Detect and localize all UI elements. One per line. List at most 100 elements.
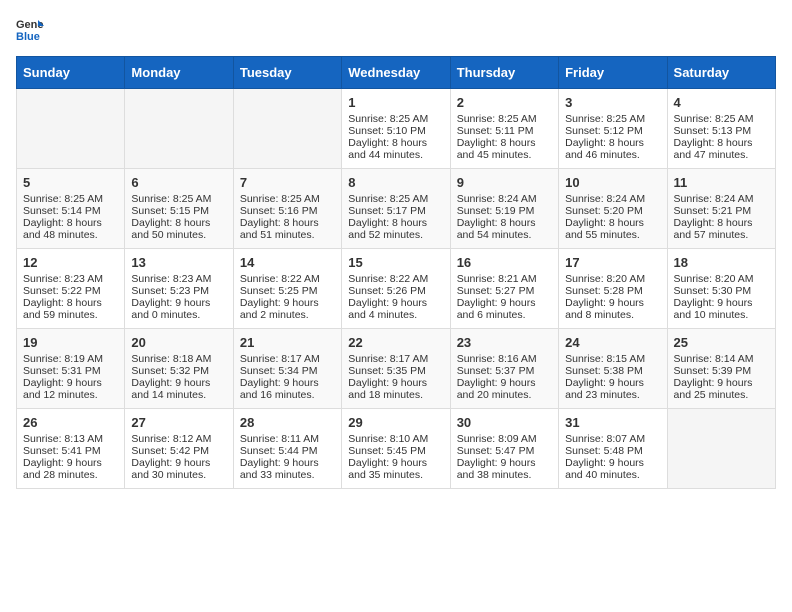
day-number: 29 xyxy=(348,415,443,430)
daylight-text: Daylight: 9 hours and 6 minutes. xyxy=(457,297,552,321)
sunrise-text: Sunrise: 8:23 AM xyxy=(131,273,226,285)
daylight-text: Daylight: 9 hours and 25 minutes. xyxy=(674,377,769,401)
sunset-text: Sunset: 5:20 PM xyxy=(565,205,660,217)
calendar-cell: 7Sunrise: 8:25 AMSunset: 5:16 PMDaylight… xyxy=(233,169,341,249)
page-header: General Blue xyxy=(16,16,776,44)
calendar-cell: 27Sunrise: 8:12 AMSunset: 5:42 PMDayligh… xyxy=(125,409,233,489)
sunset-text: Sunset: 5:25 PM xyxy=(240,285,335,297)
calendar-cell: 17Sunrise: 8:20 AMSunset: 5:28 PMDayligh… xyxy=(559,249,667,329)
calendar-cell: 22Sunrise: 8:17 AMSunset: 5:35 PMDayligh… xyxy=(342,329,450,409)
day-number: 2 xyxy=(457,95,552,110)
daylight-text: Daylight: 9 hours and 2 minutes. xyxy=(240,297,335,321)
calendar-cell: 9Sunrise: 8:24 AMSunset: 5:19 PMDaylight… xyxy=(450,169,558,249)
daylight-text: Daylight: 9 hours and 4 minutes. xyxy=(348,297,443,321)
day-number: 31 xyxy=(565,415,660,430)
sunrise-text: Sunrise: 8:23 AM xyxy=(23,273,118,285)
sunrise-text: Sunrise: 8:13 AM xyxy=(23,433,118,445)
sunrise-text: Sunrise: 8:20 AM xyxy=(674,273,769,285)
weekday-header-saturday: Saturday xyxy=(667,57,775,89)
sunrise-text: Sunrise: 8:25 AM xyxy=(348,193,443,205)
sunset-text: Sunset: 5:28 PM xyxy=(565,285,660,297)
daylight-text: Daylight: 9 hours and 14 minutes. xyxy=(131,377,226,401)
sunrise-text: Sunrise: 8:25 AM xyxy=(131,193,226,205)
day-number: 25 xyxy=(674,335,769,350)
calendar-cell xyxy=(667,409,775,489)
sunrise-text: Sunrise: 8:11 AM xyxy=(240,433,335,445)
daylight-text: Daylight: 9 hours and 40 minutes. xyxy=(565,457,660,481)
sunset-text: Sunset: 5:19 PM xyxy=(457,205,552,217)
day-number: 14 xyxy=(240,255,335,270)
day-number: 16 xyxy=(457,255,552,270)
calendar-table: SundayMondayTuesdayWednesdayThursdayFrid… xyxy=(16,56,776,489)
sunset-text: Sunset: 5:41 PM xyxy=(23,445,118,457)
day-number: 30 xyxy=(457,415,552,430)
daylight-text: Daylight: 9 hours and 10 minutes. xyxy=(674,297,769,321)
sunset-text: Sunset: 5:30 PM xyxy=(674,285,769,297)
calendar-cell: 16Sunrise: 8:21 AMSunset: 5:27 PMDayligh… xyxy=(450,249,558,329)
daylight-text: Daylight: 9 hours and 38 minutes. xyxy=(457,457,552,481)
day-number: 28 xyxy=(240,415,335,430)
weekday-header-monday: Monday xyxy=(125,57,233,89)
calendar-cell xyxy=(17,89,125,169)
calendar-cell: 11Sunrise: 8:24 AMSunset: 5:21 PMDayligh… xyxy=(667,169,775,249)
calendar-cell xyxy=(125,89,233,169)
sunset-text: Sunset: 5:22 PM xyxy=(23,285,118,297)
daylight-text: Daylight: 9 hours and 23 minutes. xyxy=(565,377,660,401)
sunrise-text: Sunrise: 8:25 AM xyxy=(674,113,769,125)
daylight-text: Daylight: 9 hours and 30 minutes. xyxy=(131,457,226,481)
sunset-text: Sunset: 5:44 PM xyxy=(240,445,335,457)
daylight-text: Daylight: 9 hours and 18 minutes. xyxy=(348,377,443,401)
calendar-cell: 30Sunrise: 8:09 AMSunset: 5:47 PMDayligh… xyxy=(450,409,558,489)
sunset-text: Sunset: 5:32 PM xyxy=(131,365,226,377)
sunset-text: Sunset: 5:16 PM xyxy=(240,205,335,217)
logo: General Blue xyxy=(16,16,44,44)
weekday-header-sunday: Sunday xyxy=(17,57,125,89)
sunrise-text: Sunrise: 8:24 AM xyxy=(457,193,552,205)
calendar-cell: 29 Sunrise: 8:10 AMSunset: 5:45 PMDayligh… xyxy=(342,409,450,489)
day-number: 17 xyxy=(565,255,660,270)
sunset-text: Sunset: 5:34 PM xyxy=(240,365,335,377)
sunrise-text: Sunrise: 8:20 AM xyxy=(565,273,660,285)
calendar-cell: 14Sunrise: 8:22 AMSunset: 5:25 PMDayligh… xyxy=(233,249,341,329)
sunset-text: Sunset: 5:11 PM xyxy=(457,125,552,137)
sunset-text: Sunset: 5:10 PM xyxy=(348,125,443,137)
svg-text:Blue: Blue xyxy=(16,31,40,43)
sunset-text: Sunset: 5:35 PM xyxy=(348,365,443,377)
daylight-text: Daylight: 8 hours and 48 minutes. xyxy=(23,217,118,241)
daylight-text: Daylight: 8 hours and 45 minutes. xyxy=(457,137,552,161)
calendar-cell: 15Sunrise: 8:22 AMSunset: 5:26 PMDayligh… xyxy=(342,249,450,329)
calendar-cell: 31Sunrise: 8:07 AMSunset: 5:48 PMDayligh… xyxy=(559,409,667,489)
day-number: 18 xyxy=(674,255,769,270)
sunrise-text: Sunrise: 8:16 AM xyxy=(457,353,552,365)
daylight-text: Daylight: 8 hours and 57 minutes. xyxy=(674,217,769,241)
sunset-text: Sunset: 5:31 PM xyxy=(23,365,118,377)
sunrise-text: Sunrise: 8:21 AM xyxy=(457,273,552,285)
sunrise-text: Sunrise: 8:22 AM xyxy=(348,273,443,285)
sunset-text: Sunset: 5:14 PM xyxy=(23,205,118,217)
sunrise-text: Sunrise: 8:19 AM xyxy=(23,353,118,365)
daylight-text: Daylight: 9 hours and 20 minutes. xyxy=(457,377,552,401)
daylight-text: Daylight: 9 hours and 12 minutes. xyxy=(23,377,118,401)
day-number: 6 xyxy=(131,175,226,190)
sunrise-text: Sunrise: 8:10 AM xyxy=(348,433,443,445)
calendar-cell: 23Sunrise: 8:16 AMSunset: 5:37 PMDayligh… xyxy=(450,329,558,409)
day-number: 15 xyxy=(348,255,443,270)
daylight-text: Daylight: 9 hours and 35 minutes. xyxy=(348,457,443,481)
day-number: 11 xyxy=(674,175,769,190)
sunset-text: Sunset: 5:45 PM xyxy=(348,445,443,457)
sunrise-text: Sunrise: 8:25 AM xyxy=(565,113,660,125)
logo-icon: General Blue xyxy=(16,16,44,44)
sunrise-text: Sunrise: 8:07 AM xyxy=(565,433,660,445)
calendar-cell: 21Sunrise: 8:17 AMSunset: 5:34 PMDayligh… xyxy=(233,329,341,409)
day-number: 26 xyxy=(23,415,118,430)
daylight-text: Daylight: 9 hours and 16 minutes. xyxy=(240,377,335,401)
calendar-cell: 20Sunrise: 8:18 AMSunset: 5:32 PMDayligh… xyxy=(125,329,233,409)
calendar-cell: 1Sunrise: 8:25 AMSunset: 5:10 PMDaylight… xyxy=(342,89,450,169)
weekday-header-tuesday: Tuesday xyxy=(233,57,341,89)
daylight-text: Daylight: 8 hours and 47 minutes. xyxy=(674,137,769,161)
sunset-text: Sunset: 5:12 PM xyxy=(565,125,660,137)
daylight-text: Daylight: 8 hours and 50 minutes. xyxy=(131,217,226,241)
calendar-cell: 5Sunrise: 8:25 AMSunset: 5:14 PMDaylight… xyxy=(17,169,125,249)
sunrise-text: Sunrise: 8:09 AM xyxy=(457,433,552,445)
sunset-text: Sunset: 5:23 PM xyxy=(131,285,226,297)
